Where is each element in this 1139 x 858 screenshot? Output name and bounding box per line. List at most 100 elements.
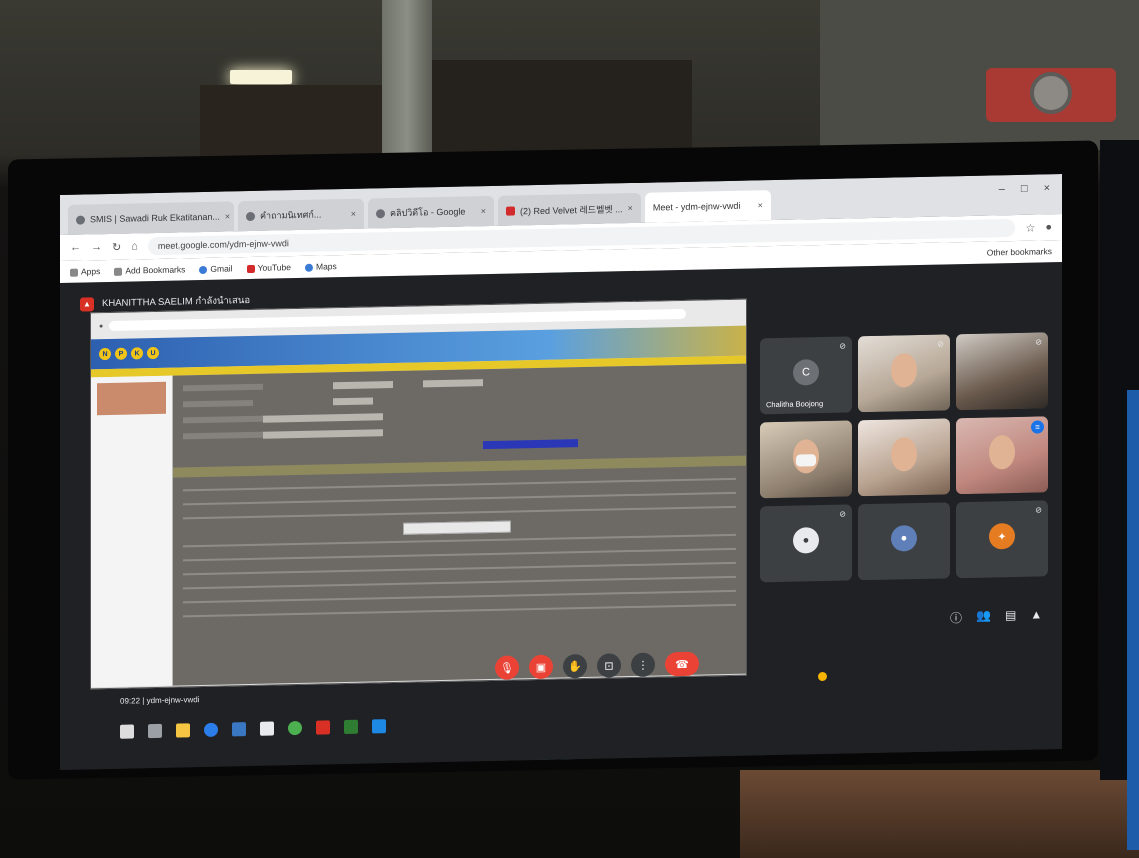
participant-tile[interactable]: ≡ <box>956 416 1048 495</box>
search-icon[interactable] <box>148 723 162 739</box>
back-icon[interactable]: ← <box>70 242 81 254</box>
mic-off-icon: ⊘ <box>1035 505 1042 515</box>
activities-icon[interactable]: ▲ <box>1030 607 1042 624</box>
search-button[interactable] <box>483 439 578 450</box>
close-icon[interactable]: × <box>351 209 356 219</box>
bookmark-item[interactable]: Maps <box>304 261 337 272</box>
youtube-icon <box>246 264 255 273</box>
participant-tile[interactable]: ⊘ <box>858 334 950 413</box>
meeting-clock: 09:22 | ydm-ejnw-vwdi <box>120 695 200 706</box>
participant-tile[interactable]: ● <box>858 502 950 581</box>
meeting-side-controls: ⓘ 👥 ▤ ▲ <box>950 607 1042 626</box>
apps-icon <box>70 268 78 277</box>
close-window-button[interactable]: × <box>1044 182 1050 194</box>
site-logo-letter: U <box>147 346 159 360</box>
form-label <box>183 431 263 440</box>
bookmark-item[interactable]: Apps <box>70 266 100 277</box>
store-icon[interactable] <box>260 721 274 736</box>
app-icon[interactable] <box>316 720 330 735</box>
chat-icon[interactable]: ▤ <box>1005 608 1016 625</box>
browser-tab[interactable]: คลิปวิดีโอ - Google × <box>368 195 494 229</box>
participant-tile[interactable]: C ⊘ Chalitha Boojong <box>760 336 852 415</box>
edge-icon[interactable] <box>204 722 218 737</box>
mic-off-icon: ⊘ <box>937 339 944 349</box>
close-icon[interactable]: × <box>628 203 633 213</box>
home-icon[interactable]: ⌂ <box>131 240 138 252</box>
people-icon[interactable]: 👥 <box>976 608 991 625</box>
form-label <box>183 415 273 424</box>
table-row <box>183 533 736 548</box>
bookmark-item[interactable]: YouTube <box>246 262 291 273</box>
meet-window: ▲ KHANITTHA SAELIM กำลังนำเสนอ ● N P K U <box>60 262 1062 770</box>
table-row <box>183 575 736 590</box>
browser-tab[interactable]: คำถามนิเทศก์... × <box>238 198 364 232</box>
participant-tile[interactable] <box>760 420 852 499</box>
table-row <box>183 603 736 618</box>
form-label <box>183 399 253 408</box>
site-logo-letter: N <box>99 347 111 361</box>
meeting-controls: 🎙 ▣ ✋ ⊡ ⋮ ☎ <box>495 651 699 680</box>
background-pillar <box>382 0 432 175</box>
tab-favicon-icon <box>376 208 385 218</box>
raise-hand-button[interactable]: ✋ <box>563 653 587 679</box>
browser-tab[interactable]: (2) Red Velvet 레드벨벳 ... × <box>498 192 641 226</box>
avatar: ● <box>793 527 819 554</box>
taskbar-weather <box>818 671 832 682</box>
window-controls: – □ × <box>987 182 1062 208</box>
start-icon[interactable] <box>120 724 134 739</box>
participant-tile[interactable]: ● ⊘ <box>760 504 852 583</box>
bookmark-item[interactable]: Other bookmarks <box>987 246 1052 257</box>
info-icon[interactable]: ⓘ <box>950 609 962 626</box>
browser-tab-active[interactable]: Meet - ydm-ejnw-vwdi × <box>60 190 1062 770</box>
maximize-button[interactable]: □ <box>1021 183 1028 195</box>
site-logo-letter: P <box>115 347 127 360</box>
maps-icon <box>304 263 313 272</box>
table-row <box>183 477 736 492</box>
bookmark-icon <box>114 267 123 276</box>
mic-off-icon: ⊘ <box>839 509 846 519</box>
camera-off-button[interactable]: ▣ <box>529 654 553 680</box>
form-field <box>333 397 373 406</box>
bookmark-item[interactable]: Add Bookmarks <box>114 264 185 276</box>
close-icon[interactable]: × <box>225 211 230 221</box>
chrome-icon[interactable] <box>288 720 302 736</box>
star-icon[interactable]: ☆ <box>1025 221 1035 234</box>
shared-sidebar <box>91 375 173 688</box>
table-row <box>183 491 736 506</box>
app-icon[interactable] <box>372 719 386 734</box>
minimize-button[interactable]: – <box>999 183 1005 195</box>
present-icon: ▲ <box>80 296 94 312</box>
participant-tile[interactable]: ✦ ⊘ <box>956 500 1048 579</box>
form-field <box>333 381 393 390</box>
form-label <box>183 383 263 392</box>
reload-icon[interactable]: ↻ <box>112 240 121 253</box>
forward-icon[interactable]: → <box>91 241 102 253</box>
ie-icon[interactable] <box>232 722 246 737</box>
file-explorer-icon[interactable] <box>176 723 190 738</box>
more-options-button[interactable]: ⋮ <box>631 652 655 678</box>
end-call-button[interactable]: ☎ <box>665 651 699 677</box>
face-mask <box>796 454 816 467</box>
participant-tile[interactable]: ⊘ <box>956 332 1048 411</box>
mic-off-button[interactable]: 🎙 <box>495 655 519 680</box>
participant-name: Chalitha Boojong <box>766 399 824 410</box>
close-icon[interactable]: × <box>481 206 486 216</box>
table-header <box>173 455 746 478</box>
windows-taskbar <box>120 719 386 739</box>
line-icon[interactable] <box>344 719 358 735</box>
present-button[interactable]: ⊡ <box>597 653 621 678</box>
form-field <box>263 413 383 423</box>
close-icon[interactable]: × <box>758 200 763 210</box>
browser-tab[interactable]: SMIS | Sawadi Ruk Ekatitanan... × <box>68 201 234 235</box>
participant-tile[interactable] <box>858 418 950 497</box>
bookmark-item[interactable]: Gmail <box>199 263 233 274</box>
profile-icon[interactable]: ● <box>1045 221 1052 233</box>
camera-lens <box>1030 72 1072 114</box>
shared-tooltip <box>403 520 511 535</box>
avatar: ✦ <box>989 522 1015 550</box>
tab-favicon-icon <box>76 214 85 225</box>
avatar: C <box>793 359 819 386</box>
form-field <box>263 429 383 439</box>
participant-video <box>956 332 1048 411</box>
mic-off-icon: ⊘ <box>839 341 846 351</box>
